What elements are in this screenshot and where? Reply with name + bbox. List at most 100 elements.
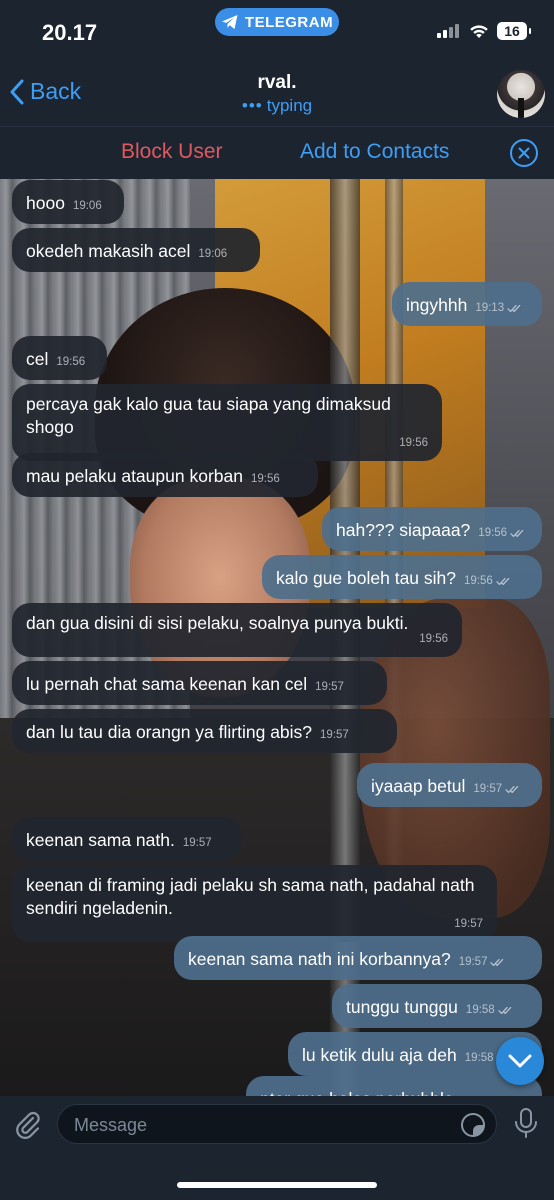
message-meta: 19:56 [399, 432, 428, 455]
message-text: hah??? siapaaa? [336, 520, 471, 540]
message-list[interactable]: hooo 19:06 okedeh makasih acel 19:06 ingyhhh… [0, 178, 554, 1096]
read-check-icon [510, 529, 524, 538]
message-time: 19:56 [250, 473, 280, 485]
incoming-message[interactable]: lu pernah chat sama keenan kan cel 19:57 [12, 661, 387, 705]
read-check-icon [496, 577, 510, 586]
message-text: mau pelaku ataupun korban [26, 466, 243, 486]
message-text: iyaaap betul [371, 776, 466, 796]
chat-header: Back rval. ••• typing [0, 62, 554, 126]
message-time: 19:57 [182, 837, 212, 849]
read-check-icon [490, 958, 504, 967]
message-time: 19:06 [198, 248, 228, 260]
read-check-icon [498, 1006, 511, 1015]
message-text: ingyhhh [406, 295, 468, 315]
message-text: percaya gak kalo gua tau siapa yang dima… [26, 394, 396, 437]
status-time: 20.17 [42, 20, 98, 45]
message-text: keenan sama nath. [26, 830, 175, 850]
outgoing-message[interactable]: iyaaap betul 19:57 [357, 763, 542, 807]
message-text: ntar gue bales perbubble [260, 1088, 454, 1096]
message-time: 19:57 [454, 918, 483, 930]
message-meta: 19:56 [251, 468, 280, 491]
outgoing-message[interactable]: hah??? siapaaa? 19:56 [322, 507, 542, 551]
incoming-message[interactable]: keenan di framing jadi pelaku sh sama na… [12, 865, 497, 942]
message-meta: 19:06 [198, 243, 227, 266]
message-text: cel [26, 349, 49, 369]
signal-icon [437, 24, 459, 38]
incoming-message[interactable]: hooo 19:06 [12, 180, 124, 224]
message-time: 19:57 [458, 956, 488, 968]
message-text: hooo [26, 193, 65, 213]
incoming-message[interactable]: keenan sama nath. 19:57 [12, 817, 242, 861]
scroll-to-bottom-button[interactable] [496, 1037, 544, 1085]
message-meta: 19:57 [459, 951, 505, 974]
telegram-icon [221, 15, 238, 29]
message-input[interactable] [72, 1105, 446, 1145]
sticker-button[interactable] [460, 1112, 486, 1143]
message-meta: 19:56 [419, 628, 448, 651]
message-time: 19:57 [473, 783, 503, 795]
block-user-button[interactable]: Block User [121, 140, 223, 164]
avatar[interactable] [497, 70, 545, 118]
message-meta: 19:58 [466, 999, 512, 1022]
message-text: keenan sama nath ini korbannya? [188, 949, 451, 969]
battery-icon: 16 [497, 22, 531, 40]
typing-dots: ••• [241, 96, 263, 115]
composer-bar [0, 1096, 554, 1200]
sticker-icon [461, 1113, 485, 1137]
message-time: 19:57 [315, 681, 344, 693]
message-time: 19:06 [72, 200, 102, 212]
add-to-contacts-button[interactable]: Add to Contacts [300, 140, 449, 164]
contact-action-bar: Block User Add to Contacts [0, 126, 554, 179]
chevron-down-icon [508, 1054, 532, 1068]
message-time: 19:57 [320, 729, 349, 741]
paperclip-icon [16, 1111, 40, 1139]
incoming-message[interactable]: percaya gak kalo gua tau siapa yang dima… [12, 384, 442, 461]
message-text: okedeh makasih acel [26, 241, 191, 261]
incoming-message[interactable]: mau pelaku ataupun korban 19:56 [12, 453, 318, 497]
typing-status: ••• typing [0, 96, 554, 116]
message-meta: 19:57 [315, 676, 344, 699]
status-bar: 20.17 TELEGRAM 16 [0, 0, 554, 62]
telegram-pill[interactable]: TELEGRAM [215, 8, 339, 36]
message-text: dan gua disini di sisi pelaku, soalnya p… [26, 613, 409, 633]
message-text: tunggu tunggu [346, 997, 458, 1017]
close-icon [518, 147, 530, 159]
message-text: lu ketik dulu aja deh [302, 1045, 457, 1065]
message-meta: 19:13 [475, 297, 521, 320]
outgoing-message[interactable]: ingyhhh 19:13 [392, 282, 542, 326]
read-check-icon [505, 785, 519, 794]
message-time: 19:58 [464, 1052, 494, 1064]
message-time: 19:58 [465, 1004, 495, 1016]
outgoing-message[interactable]: keenan sama nath ini korbannya? 19:57 [174, 936, 542, 980]
wifi-icon [470, 25, 488, 38]
incoming-message[interactable]: okedeh makasih acel 19:06 [12, 228, 260, 272]
close-action-bar-button[interactable] [510, 139, 538, 167]
incoming-message[interactable]: dan gua disini di sisi pelaku, soalnya p… [12, 603, 462, 657]
microphone-button[interactable] [513, 1107, 539, 1144]
message-meta: 19:56 [56, 351, 85, 374]
home-indicator [177, 1182, 377, 1188]
message-meta: 19:56 [478, 522, 524, 545]
avatar-tie [518, 98, 524, 118]
incoming-message[interactable]: cel 19:56 [12, 336, 107, 380]
outgoing-message[interactable]: ntar gue bales perbubble [246, 1076, 542, 1096]
message-time: 19:56 [464, 575, 493, 587]
outgoing-message[interactable]: tunggu tunggu 19:58 [332, 984, 542, 1028]
message-field [57, 1104, 497, 1145]
message-text: keenan di framing jadi pelaku sh sama na… [26, 875, 480, 918]
attach-button[interactable] [12, 1109, 44, 1146]
outgoing-message[interactable]: kalo gue boleh tau sih? 19:56 [262, 555, 542, 599]
message-time: 19:56 [478, 527, 508, 539]
battery-level: 16 [504, 23, 520, 39]
message-text: lu pernah chat sama keenan kan cel [26, 674, 308, 694]
message-meta: 19:57 [473, 778, 519, 801]
message-meta: 19:57 [454, 913, 483, 936]
message-meta: 19:06 [73, 195, 102, 218]
incoming-message[interactable]: dan lu tau dia orangn ya flirting abis? 1… [12, 709, 397, 753]
message-time: 19:56 [419, 633, 448, 645]
message-time: 19:56 [399, 437, 428, 449]
microphone-icon [515, 1108, 537, 1138]
chat-title[interactable]: rval. [0, 72, 554, 94]
message-time: 19:13 [475, 302, 505, 314]
message-meta: 19:57 [320, 724, 349, 747]
